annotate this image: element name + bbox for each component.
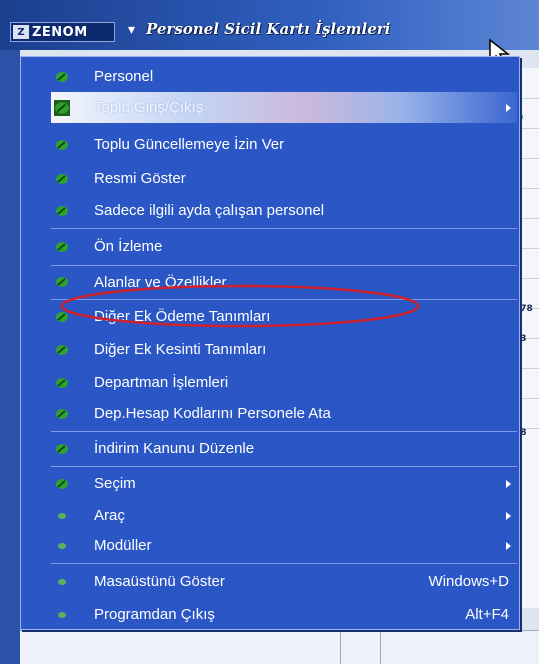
menu-item-toplu-guncelleme[interactable]: Toplu Güncellemeye İzin Ver <box>21 129 519 160</box>
annotation-circle <box>60 284 420 328</box>
logo-mark: Z <box>13 25 29 39</box>
title-bar: Z ZENOM ▾ Personel Sicil Kartı İşlemleri <box>0 0 539 50</box>
logo-text: ZENOM <box>32 24 88 40</box>
menu-item-label: Toplu Güncellemeye İzin Ver <box>94 136 285 153</box>
background-left-strip <box>0 50 20 664</box>
background-status-area <box>20 630 539 664</box>
menu-item-resmi-goster[interactable]: Resmi Göster <box>21 163 519 194</box>
menu-item-dep-hesap-kodlari[interactable]: Dep.Hesap Kodlarını Personele Ata <box>21 398 519 429</box>
menu-item-label: Resmi Göster <box>94 170 186 187</box>
shortcut-label: Windows+D <box>428 573 509 590</box>
menu-item-label: Dep.Hesap Kodlarını Personele Ata <box>94 405 331 422</box>
menu-item-indirim-kanunu[interactable]: İndirim Kanunu Düzenle <box>21 433 519 464</box>
menu-separator <box>51 431 517 432</box>
background-divider <box>340 630 341 664</box>
menu-item-programdan-cikis[interactable]: Programdan Çıkış Alt+F4 <box>21 599 519 630</box>
small-green-icon <box>54 607 70 623</box>
green-leaf-icon <box>54 476 70 492</box>
menu-item-label: Personel <box>94 68 154 85</box>
menu-item-label: Toplu Giriş/Çıkış <box>94 99 204 116</box>
green-leaf-icon <box>54 99 70 116</box>
menu-item-personel[interactable]: Personel <box>21 61 519 92</box>
menu-separator <box>51 563 517 564</box>
green-leaf-icon <box>54 203 70 219</box>
menu-item-secim[interactable]: Seçim <box>21 468 519 499</box>
green-leaf-icon <box>54 406 70 422</box>
menu-item-masaustunu-goster[interactable]: Masaüstünü Göster Windows+D <box>21 566 519 597</box>
menu-item-label: Programdan Çıkış <box>94 606 215 623</box>
menu-item-label: Masaüstünü Göster <box>94 573 225 590</box>
menu-item-diger-ek-kesinti[interactable]: Diğer Ek Kesinti Tanımları <box>21 334 519 365</box>
menu-item-label: Araç <box>94 507 125 524</box>
green-leaf-icon <box>54 342 70 358</box>
submenu-arrow-icon <box>506 103 511 112</box>
small-green-icon <box>54 538 70 554</box>
menu-item-sadece-ilgili-ayda[interactable]: Sadece ilgili ayda çalışan personel <box>21 195 519 226</box>
small-green-icon <box>54 508 70 524</box>
menu-separator <box>51 265 517 266</box>
menu-separator <box>51 228 517 229</box>
green-leaf-icon <box>54 137 70 153</box>
window-title: Personel Sicil Kartı İşlemleri <box>146 20 391 38</box>
menu-item-label: Seçim <box>94 475 136 492</box>
menu-item-label: Departman İşlemleri <box>94 374 229 391</box>
green-leaf-icon <box>54 171 70 187</box>
menu-item-label: Ön İzleme <box>94 238 163 255</box>
menu-separator <box>51 466 517 467</box>
menu-item-label: Sadece ilgili ayda çalışan personel <box>94 202 325 219</box>
green-leaf-icon <box>54 239 70 255</box>
menu-item-arac[interactable]: Araç <box>21 501 519 530</box>
green-leaf-icon <box>54 441 70 457</box>
menu-item-moduller[interactable]: Modüller <box>21 531 519 560</box>
submenu-arrow-icon <box>506 541 511 550</box>
submenu-arrow-icon <box>506 511 511 520</box>
menu-item-label: İndirim Kanunu Düzenle <box>94 440 255 457</box>
green-leaf-icon <box>54 69 70 85</box>
submenu-arrow-icon <box>506 479 511 488</box>
menu-item-on-izleme[interactable]: Ön İzleme <box>21 230 519 263</box>
shortcut-label: Alt+F4 <box>465 606 509 623</box>
menu-item-toplu-giris-cikis[interactable]: Toplu Giriş/Çıkış <box>21 92 519 123</box>
context-menu: Personel Toplu Giriş/Çıkış Toplu Güncell… <box>20 56 520 630</box>
green-leaf-icon <box>54 375 70 391</box>
menu-item-label: Diğer Ek Kesinti Tanımları <box>94 341 267 358</box>
menu-item-departman-islemleri[interactable]: Departman İşlemleri <box>21 367 519 398</box>
app-logo: Z ZENOM <box>10 22 115 42</box>
small-green-icon <box>54 574 70 590</box>
dropdown-arrow-icon[interactable]: ▾ <box>128 22 135 38</box>
background-divider <box>380 630 381 664</box>
menu-item-label: Modüller <box>94 537 152 554</box>
